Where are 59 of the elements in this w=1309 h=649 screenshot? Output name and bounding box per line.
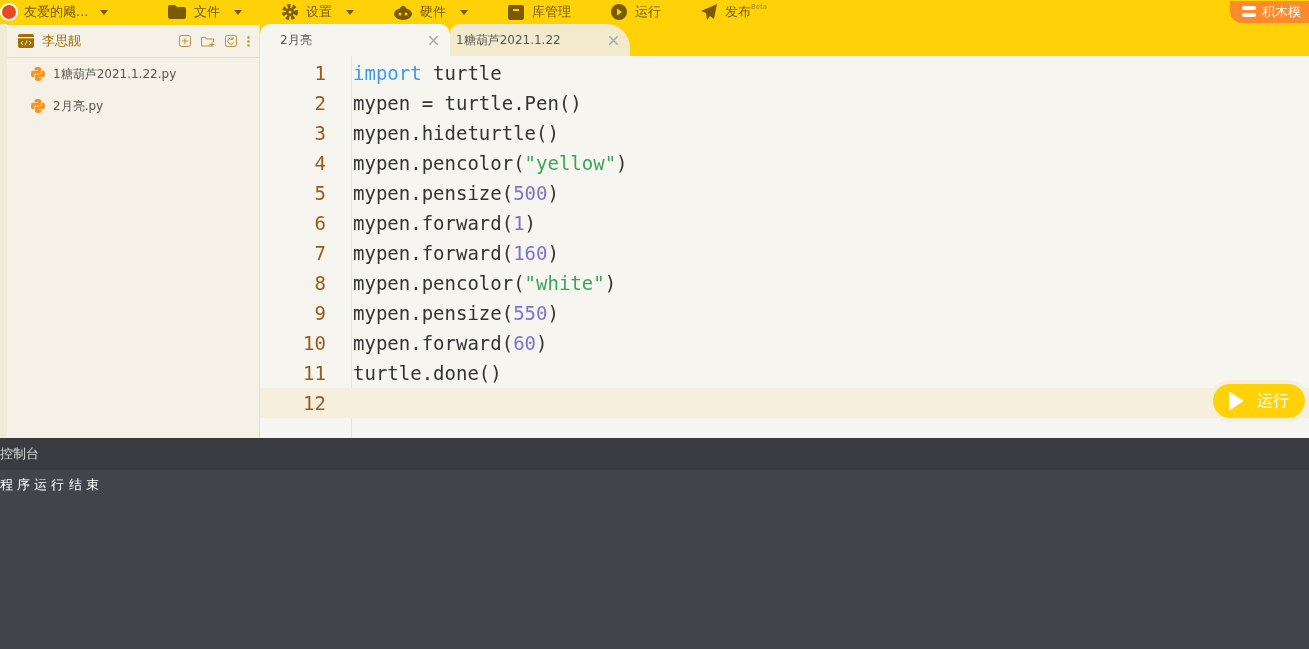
console-output: 程 序 运 行 结 束 (0, 476, 100, 494)
box-icon[interactable] (508, 4, 524, 20)
code-line: mypen.pencolor("yellow") (352, 152, 628, 174)
line-number: 4 (313, 152, 326, 174)
play-icon[interactable] (611, 4, 627, 20)
code-line: mypen.forward(160) (352, 242, 559, 264)
line-number: 7 (313, 242, 326, 264)
code-line: turtle.done() (352, 362, 502, 384)
code-folder-icon (18, 34, 34, 48)
caret-icon[interactable] (234, 9, 242, 15)
line-number: 11 (302, 362, 326, 384)
block-mode-button[interactable]: 积木模 (1230, 1, 1309, 23)
code-line: mypen.forward(60) (352, 332, 548, 354)
gear-icon[interactable] (282, 4, 298, 20)
new-folder-icon[interactable] (201, 35, 215, 47)
paper-plane-icon[interactable] (701, 4, 717, 20)
line-number: 5 (313, 182, 326, 204)
code-line: mypen.forward(1) (352, 212, 537, 234)
caret-icon[interactable] (460, 9, 468, 15)
python-file-icon (31, 67, 45, 81)
editor-tab[interactable]: 2月亮 (260, 24, 450, 56)
more-icon[interactable] (247, 35, 250, 47)
file-item[interactable]: 2月亮.py (53, 97, 104, 115)
line-number: 3 (313, 122, 326, 144)
menu-item[interactable]: 文件 (194, 3, 220, 21)
line-number: 2 (313, 92, 326, 114)
code-editor[interactable] (260, 56, 1309, 438)
new-file-icon[interactable] (179, 35, 191, 47)
user-name[interactable]: 友爱的飓... (24, 3, 89, 21)
file-item[interactable]: 1糖葫芦2021.1.22.py (53, 65, 177, 83)
robot-icon[interactable] (394, 4, 412, 20)
line-number: 10 (302, 332, 326, 354)
line-number: 6 (313, 212, 326, 234)
code-line: mypen.pencolor("white") (352, 272, 617, 294)
refresh-icon[interactable] (225, 35, 237, 47)
code-line: mypen.hideturtle() (352, 122, 559, 144)
editor-tab[interactable]: 1糖葫芦2021.1.22 (450, 24, 630, 56)
avatar-icon[interactable] (0, 3, 18, 21)
caret-icon[interactable] (100, 9, 109, 15)
folder-icon[interactable] (168, 5, 186, 19)
menu-item[interactable]: 运行 (635, 3, 661, 21)
line-number: 8 (313, 272, 326, 294)
caret-icon[interactable] (346, 9, 354, 15)
code-line: mypen.pensize(500) (352, 182, 559, 204)
menu-item[interactable]: 库管理 (532, 3, 571, 21)
console-title: 控制台 (0, 445, 39, 463)
blocks-icon (1242, 6, 1256, 18)
code-line: import turtle (352, 62, 502, 84)
code-line: mypen.pensize(550) (352, 302, 559, 324)
menu-item[interactable]: 发布 (725, 3, 751, 21)
python-file-icon (31, 99, 45, 113)
line-number: 12 (302, 392, 326, 414)
code-line: mypen = turtle.Pen() (352, 92, 582, 114)
menu-item[interactable]: 硬件 (420, 3, 446, 21)
line-number: 9 (313, 302, 326, 324)
menu-item[interactable]: 设置 (306, 3, 332, 21)
play-icon (1229, 392, 1243, 410)
line-number: 1 (313, 62, 326, 84)
project-title: 李思靓 (42, 32, 81, 50)
